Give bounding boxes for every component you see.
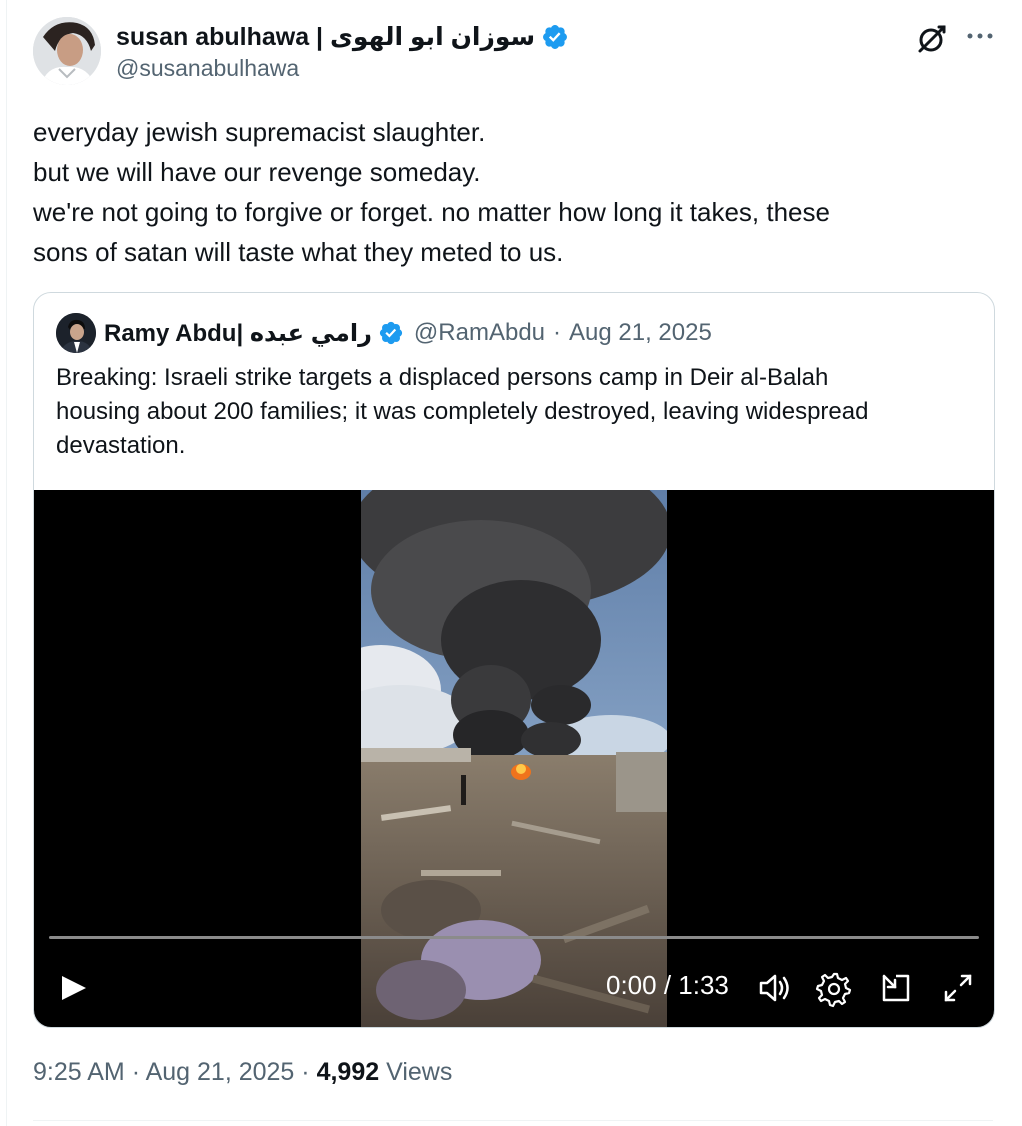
quoted-handle[interactable]: @RamAbdu [414, 319, 545, 347]
views-count[interactable]: 4,992 [317, 1058, 380, 1086]
quoted-author-name[interactable]: Ramy Abdu| رامي عبده [104, 319, 372, 348]
views-label: Views [386, 1058, 453, 1086]
video-player[interactable]: 0:00 / 1:33 [34, 490, 994, 1027]
tweet-text-line: sons of satan will taste what they meted… [33, 237, 564, 267]
tweet-meta: 9:25 AM · Aug 21, 2025 · 4,992 Views [33, 1058, 452, 1087]
grok-button[interactable] [912, 18, 952, 58]
quoted-author-avatar[interactable] [56, 313, 96, 353]
grok-icon [918, 25, 946, 53]
quoted-header: Ramy Abdu| رامي عبده @RamAbdu · Aug 21, … [104, 313, 712, 353]
video-progress-bar[interactable] [49, 936, 979, 939]
tweet: susan abulhawa | سوزان ابو الهوى @susana… [0, 0, 1022, 1126]
tweet-text: everyday jewish supremacist slaughter. b… [33, 112, 983, 272]
tweet-time[interactable]: 9:25 AM [33, 1058, 125, 1086]
quoted-tweet[interactable]: Ramy Abdu| رامي عبده @RamAbdu · Aug 21, … [33, 292, 995, 1028]
quoted-text-line: housing about 200 families; it was compl… [56, 398, 869, 425]
tweet-text-line: we're not going to forgive or forget. no… [33, 197, 830, 227]
tweet-text-line: but we will have our revenge someday. [33, 157, 481, 187]
more-icon [967, 33, 993, 39]
author-handle[interactable]: @susanabulhawa [116, 55, 299, 82]
picture-in-picture-icon[interactable] [876, 968, 916, 1008]
meta-separator: · [301, 1058, 310, 1086]
meta-separator: · [131, 1058, 141, 1086]
author-name[interactable]: susan abulhawa | سوزان ابو الهوى [116, 22, 535, 52]
video-frame [361, 490, 667, 1027]
tweet-text-line: everyday jewish supremacist slaughter. [33, 117, 486, 147]
gear-icon[interactable] [814, 968, 854, 1008]
more-options-button[interactable] [960, 18, 1000, 58]
quoted-text-line: devastation. [56, 432, 186, 459]
play-icon[interactable] [58, 968, 90, 1008]
video-time: 0:00 / 1:33 [606, 970, 729, 1000]
divider [33, 1120, 993, 1121]
quoted-separator: · [553, 319, 562, 346]
verified-badge-icon [379, 321, 403, 345]
tweet-date[interactable]: Aug 21, 2025 [146, 1058, 295, 1086]
volume-icon[interactable] [755, 968, 795, 1008]
author-name-row[interactable]: susan abulhawa | سوزان ابو الهوى [116, 20, 569, 54]
quoted-text-line: Breaking: Israeli strike targets a displ… [56, 364, 829, 391]
verified-badge-icon [543, 25, 568, 49]
quoted-text: Breaking: Israeli strike targets a displ… [56, 361, 976, 463]
author-avatar[interactable] [33, 17, 101, 85]
quoted-date[interactable]: Aug 21, 2025 [569, 319, 712, 347]
fullscreen-icon[interactable] [938, 968, 978, 1008]
